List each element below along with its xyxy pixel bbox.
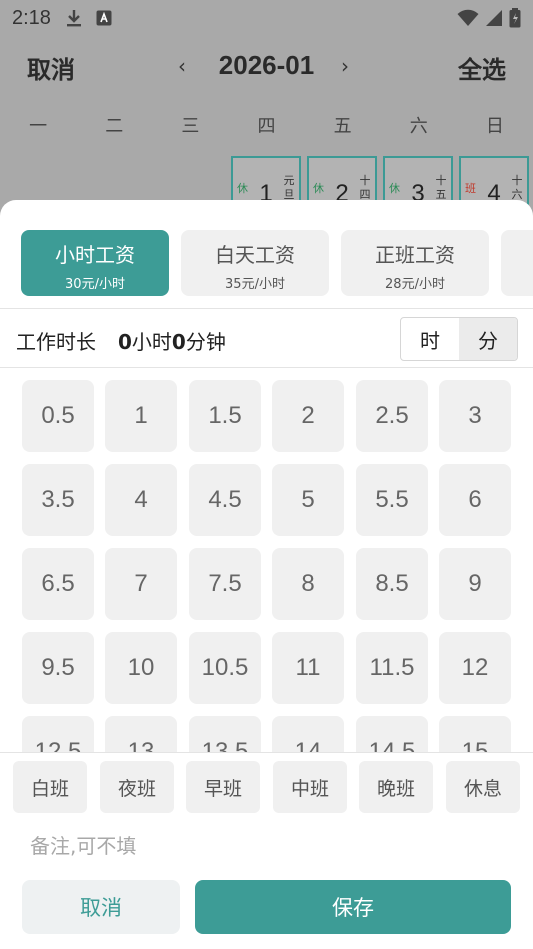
- select-all-button[interactable]: 全选: [458, 50, 506, 85]
- hour-option[interactable]: 2: [272, 380, 344, 452]
- hour-option[interactable]: 5: [272, 464, 344, 536]
- hour-option[interactable]: 10.5: [189, 632, 261, 704]
- weekday-label: 五: [333, 116, 352, 137]
- keyboard-app-icon: [95, 9, 113, 27]
- next-month-button[interactable]: ›: [341, 54, 349, 78]
- day-lunar: 十六: [511, 174, 523, 201]
- duration-hours: 0: [118, 330, 132, 354]
- wage-rate: 28元/小时: [385, 277, 445, 292]
- wage-name: 小时工资: [55, 243, 135, 267]
- hour-option[interactable]: 12.5: [22, 716, 94, 752]
- calendar-header: 取消 ‹ 2026-01 › 全选: [0, 40, 533, 94]
- shift-option[interactable]: 早班: [186, 761, 260, 813]
- day-lunar: 十五: [435, 174, 447, 201]
- unit-hour-button[interactable]: 时: [401, 318, 459, 360]
- weekday-header: 一 二 三 四 五 六 日: [0, 112, 533, 138]
- unit-minute-button[interactable]: 分: [459, 318, 517, 360]
- hour-option[interactable]: 14: [272, 716, 344, 752]
- battery-icon: [509, 8, 521, 32]
- wage-rate: 30元/小时: [65, 277, 125, 292]
- day-lunar: 十四: [359, 174, 371, 201]
- hour-option[interactable]: 4.5: [189, 464, 261, 536]
- wage-option-more[interactable]: [501, 230, 533, 296]
- duration-value: 0小时0分钟: [118, 326, 226, 355]
- weekday-label: 日: [485, 116, 504, 137]
- cancel-button[interactable]: 取消: [22, 880, 180, 934]
- wage-option[interactable]: 小时工资 30元/小时: [21, 230, 169, 296]
- hour-option[interactable]: 6.5: [22, 548, 94, 620]
- download-icon: [65, 9, 83, 27]
- wifi-icon: [457, 9, 479, 31]
- wage-option[interactable]: 正班工资 28元/小时: [341, 230, 489, 296]
- duration-minutes-unit: 分钟: [185, 330, 226, 354]
- hour-option[interactable]: 4: [105, 464, 177, 536]
- wage-rate: 35元/小时: [225, 277, 285, 292]
- hour-option[interactable]: 3.5: [22, 464, 94, 536]
- hour-option[interactable]: 8: [272, 548, 344, 620]
- hour-option[interactable]: 9: [439, 548, 511, 620]
- duration-label: 工作时长: [16, 330, 96, 354]
- hour-option[interactable]: 9.5: [22, 632, 94, 704]
- hour-option[interactable]: 5.5: [356, 464, 428, 536]
- save-button[interactable]: 保存: [195, 880, 511, 934]
- shift-selector: 白班 夜班 早班 中班 晚班 休息: [0, 752, 533, 820]
- weekday-label: 六: [409, 116, 428, 137]
- note-input[interactable]: 备注,可不填: [30, 830, 136, 859]
- work-hours-sheet: 小时工资 30元/小时 白天工资 35元/小时 正班工资 28元/小时 工作时长…: [0, 200, 533, 949]
- day-lunar: 元旦: [283, 174, 295, 201]
- shift-option[interactable]: 休息: [446, 761, 520, 813]
- status-bar: 2:18: [0, 0, 533, 36]
- shift-option[interactable]: 夜班: [100, 761, 174, 813]
- hour-option[interactable]: 15: [439, 716, 511, 752]
- hour-options-grid: 0.5 1 1.5 2 2.5 3 3.5 4 4.5 5 5.5 6 6.5 …: [0, 380, 533, 752]
- hour-option[interactable]: 14.5: [356, 716, 428, 752]
- shift-option[interactable]: 晚班: [359, 761, 433, 813]
- weekday-label: 三: [181, 116, 200, 137]
- work-duration-row: 工作时长 0小时0分钟 时 分: [0, 308, 533, 368]
- hour-option[interactable]: 0.5: [22, 380, 94, 452]
- hour-option[interactable]: 6: [439, 464, 511, 536]
- wage-name: 正班工资: [375, 243, 455, 267]
- unit-toggle: 时 分: [400, 317, 518, 361]
- weekday-label: 二: [105, 116, 124, 137]
- wage-option[interactable]: 白天工资 35元/小时: [181, 230, 329, 296]
- hour-option[interactable]: 7.5: [189, 548, 261, 620]
- wage-name: 白天工资: [215, 243, 295, 267]
- duration-minutes: 0: [171, 330, 186, 354]
- month-title: 2026-01: [218, 50, 315, 80]
- shift-option[interactable]: 中班: [273, 761, 347, 813]
- hour-option[interactable]: 11.5: [356, 632, 428, 704]
- hour-option[interactable]: 12: [439, 632, 511, 704]
- duration-hours-unit: 小时: [131, 330, 172, 354]
- hour-option[interactable]: 13.5: [189, 716, 261, 752]
- weekday-label: 四: [257, 116, 276, 137]
- hour-option[interactable]: 13: [105, 716, 177, 752]
- status-time: 2:18: [12, 6, 51, 29]
- hour-option[interactable]: 2.5: [356, 380, 428, 452]
- hour-option[interactable]: 7: [105, 548, 177, 620]
- wage-type-selector: 小时工资 30元/小时 白天工资 35元/小时 正班工资 28元/小时: [0, 230, 533, 296]
- hour-option[interactable]: 1: [105, 380, 177, 452]
- hour-option[interactable]: 8.5: [356, 548, 428, 620]
- hour-option[interactable]: 1.5: [189, 380, 261, 452]
- weekday-label: 一: [29, 116, 48, 137]
- hour-option[interactable]: 3: [439, 380, 511, 452]
- signal-icon: [485, 9, 503, 31]
- shift-option[interactable]: 白班: [13, 761, 87, 813]
- hour-option[interactable]: 10: [105, 632, 177, 704]
- hour-option[interactable]: 11: [272, 632, 344, 704]
